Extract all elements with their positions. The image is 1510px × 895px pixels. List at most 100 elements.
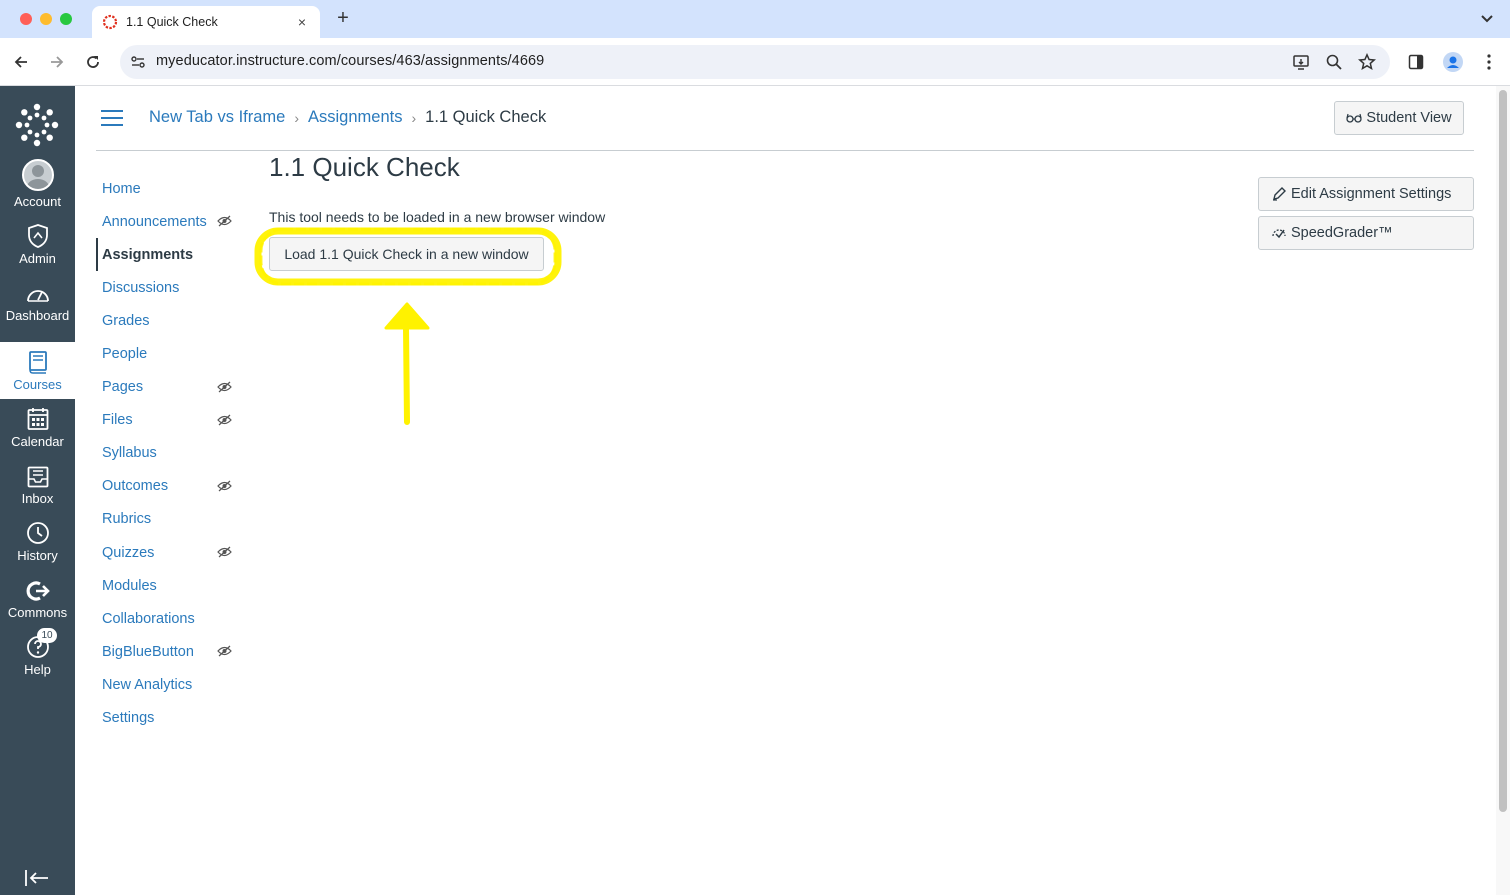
hidden-eye-icon [217, 215, 232, 227]
course-nav-modules[interactable]: Modules [96, 569, 246, 602]
browser-toolbar: myeducator.instructure.com/courses/463/a… [0, 38, 1510, 86]
bookmark-star-icon[interactable] [1358, 53, 1376, 71]
speedgrader-button[interactable]: SpeedGrader™ [1258, 216, 1474, 250]
course-nav-home[interactable]: Home [96, 172, 246, 205]
course-nav-quizzes[interactable]: Quizzes [96, 536, 246, 569]
course-nav-label: Syllabus [102, 445, 157, 462]
course-nav-label: New Analytics [102, 676, 193, 693]
dashboard-icon [26, 290, 49, 302]
course-nav-label: Collaborations [102, 610, 195, 627]
course-nav-new-analytics[interactable]: New Analytics [96, 668, 246, 701]
glasses-icon [1346, 113, 1363, 123]
canvas-logo-icon[interactable] [14, 102, 60, 148]
global-nav-help[interactable]: 10 Help [0, 627, 75, 684]
tab-close-icon[interactable]: × [294, 14, 310, 30]
page-title: 1.1 Quick Check [269, 152, 460, 182]
course-nav-files[interactable]: Files [96, 404, 246, 437]
window-minimize-button[interactable] [40, 13, 52, 25]
course-nav-label: Outcomes [102, 478, 169, 495]
global-nav-dashboard[interactable]: Dashboard [0, 273, 75, 330]
canvas-favicon-icon [102, 14, 118, 30]
zoom-icon[interactable] [1325, 53, 1343, 71]
course-nav-rubrics[interactable]: Rubrics [96, 503, 246, 536]
global-navigation: Account Admin Dashboard Courses Calendar… [0, 86, 75, 895]
course-nav-bigbluebutton[interactable]: BigBlueButton [96, 635, 246, 668]
tool-message: This tool needs to be loaded in a new br… [269, 209, 606, 225]
edit-assignment-settings-button[interactable]: Edit Assignment Settings [1258, 177, 1474, 211]
course-nav-label: Rubrics [102, 511, 152, 528]
course-nav-discussions[interactable]: Discussions [96, 271, 246, 304]
reload-button[interactable] [81, 50, 105, 74]
browser-tab[interactable]: 1.1 Quick Check × [92, 6, 320, 38]
course-nav-assignments[interactable]: Assignments [96, 238, 246, 272]
course-nav-label: Assignments [102, 246, 194, 263]
window-close-button[interactable] [20, 13, 32, 25]
site-settings-icon[interactable] [130, 54, 146, 70]
student-view-label: Student View [1366, 110, 1452, 126]
load-in-new-window-button[interactable]: Load 1.1 Quick Check in a new window [269, 237, 544, 271]
kebab-menu-icon [1487, 54, 1491, 70]
global-nav-inbox[interactable]: Inbox [0, 456, 75, 513]
global-nav-label: Inbox [21, 491, 54, 506]
global-nav-history[interactable]: History [0, 513, 75, 570]
back-button[interactable] [9, 50, 33, 74]
speedgrader-icon [1272, 229, 1286, 239]
course-navigation: Home Announcements Assignments Discussio… [96, 172, 246, 735]
tab-title: 1.1 Quick Check [126, 15, 218, 29]
global-nav-admin[interactable]: Admin [0, 216, 75, 273]
course-nav-pages[interactable]: Pages [96, 371, 246, 404]
course-nav-syllabus[interactable]: Syllabus [96, 437, 246, 470]
global-nav-label: History [17, 548, 58, 563]
course-nav-settings[interactable]: Settings [96, 702, 246, 735]
clock-icon [26, 522, 49, 544]
reload-icon [87, 56, 99, 68]
course-nav-label: Modules [102, 577, 157, 594]
course-nav-collaborations[interactable]: Collaborations [96, 602, 246, 635]
course-nav-people[interactable]: People [96, 337, 246, 370]
course-nav-label: BigBlueButton [102, 643, 194, 660]
arrow-left-icon [14, 56, 27, 68]
speedgrader-label: SpeedGrader™ [1291, 225, 1393, 241]
side-panel-button[interactable] [1406, 52, 1426, 72]
pencil-icon [1273, 187, 1286, 201]
breadcrumb-assignments-link[interactable]: Assignments [308, 108, 402, 127]
breadcrumb-current: 1.1 Quick Check [425, 108, 547, 126]
course-nav-outcomes[interactable]: Outcomes [96, 470, 246, 503]
browser-tab-bar: 1.1 Quick Check × + [0, 0, 1510, 38]
global-nav-account[interactable]: Account [0, 159, 75, 216]
install-app-icon[interactable] [1292, 53, 1310, 71]
window-maximize-button[interactable] [60, 13, 72, 25]
arrow-right-icon [51, 56, 64, 68]
global-nav-courses[interactable]: Courses [0, 342, 75, 399]
tab-search-button[interactable] [1476, 8, 1498, 30]
url-text: myeducator.instructure.com/courses/463/a… [156, 53, 545, 69]
student-view-button[interactable]: Student View [1334, 101, 1464, 135]
global-nav-label: Courses [13, 377, 62, 392]
course-nav-grades[interactable]: Grades [96, 304, 246, 337]
shield-icon [27, 224, 48, 248]
breadcrumb-course-link[interactable]: New Tab vs Iframe [149, 108, 285, 127]
address-bar[interactable]: myeducator.instructure.com/courses/463/a… [120, 45, 1390, 79]
global-nav-label: Account [14, 194, 61, 209]
browser-menu-button[interactable] [1479, 52, 1499, 72]
help-notification-badge: 10 [37, 628, 57, 643]
collapse-nav-icon[interactable] [24, 869, 50, 887]
course-menu-toggle-button[interactable] [101, 110, 123, 126]
course-nav-label: Announcements [102, 213, 207, 230]
global-nav-commons[interactable]: Commons [0, 570, 75, 627]
inbox-icon [27, 466, 48, 488]
edit-assignment-settings-label: Edit Assignment Settings [1291, 186, 1452, 202]
side-panel-icon [1408, 54, 1424, 70]
course-nav-label: Quizzes [102, 544, 155, 561]
profile-avatar-icon [1443, 52, 1463, 72]
course-nav-label: Home [102, 180, 141, 197]
course-nav-label: Settings [102, 710, 155, 727]
course-nav-announcements[interactable]: Announcements [96, 205, 246, 238]
hidden-eye-icon [217, 414, 232, 426]
page-scrollbar-thumb[interactable] [1499, 90, 1507, 812]
forward-button[interactable] [45, 50, 69, 74]
new-tab-button[interactable]: + [334, 7, 352, 30]
global-nav-calendar[interactable]: Calendar [0, 399, 75, 456]
book-icon [28, 351, 47, 374]
profile-button[interactable] [1443, 52, 1463, 72]
